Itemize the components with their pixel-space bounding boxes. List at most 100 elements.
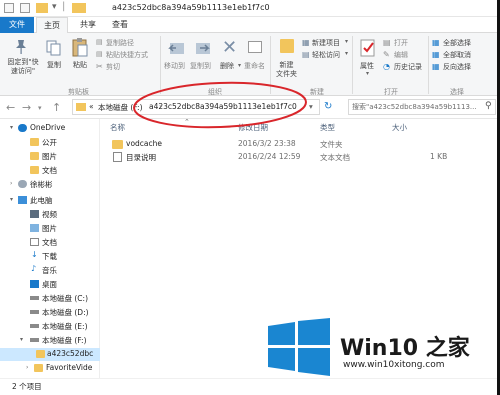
properties-dropdown-icon[interactable]: ▾ <box>366 70 369 77</box>
column-header-name[interactable]: 名称 <box>110 122 125 133</box>
new-folder-button[interactable]: 新建 文件夹 <box>276 61 297 79</box>
folder-icon <box>34 364 43 372</box>
pin-quick-access-button[interactable]: 固定到"快速访问" <box>4 58 42 76</box>
tab-file[interactable]: 文件 <box>0 17 34 33</box>
file-size: 1 KB <box>430 152 448 161</box>
recent-locations-icon[interactable]: ▾ <box>38 104 42 112</box>
move-to-button[interactable]: 移动到 <box>164 61 185 71</box>
ribbon: 固定到"快速访问" 复制 粘贴 ▤ 复制路径 ▤ 粘贴快捷方式 ✂ 剪切 剪贴板… <box>0 33 500 96</box>
select-none-icon: ▦ <box>432 50 440 59</box>
nav-item-drive-c[interactable]: 本地磁盘 (C:) <box>0 292 100 305</box>
nav-item-drive-f[interactable]: ▾ 本地磁盘 (F:) <box>0 334 100 347</box>
desktop-icon <box>30 280 39 288</box>
column-header-size[interactable]: 大小 <box>392 122 407 133</box>
open-button[interactable]: 打开 <box>394 38 408 48</box>
column-header-type[interactable]: 类型 <box>320 122 335 133</box>
move-to-icon <box>168 39 186 59</box>
select-all-button[interactable]: 全部选择 <box>443 38 471 48</box>
drive-icon <box>30 310 39 314</box>
refresh-icon[interactable]: ↻ <box>324 101 332 112</box>
new-folder-icon <box>280 39 294 53</box>
tab-home[interactable]: 主页 <box>36 17 68 33</box>
folder-icon <box>30 152 39 160</box>
nav-item-favoritevideo[interactable]: › FavoriteVide <box>0 362 100 375</box>
nav-item-drive-d[interactable]: 本地磁盘 (D:) <box>0 306 100 319</box>
table-row[interactable]: 目录说明 2016/2/24 12:59 文本文档 1 KB <box>104 151 494 163</box>
nav-item-pictures[interactable]: 图片 <box>0 222 100 235</box>
ribbon-separator <box>270 36 271 94</box>
video-icon <box>30 210 39 218</box>
easy-access-button[interactable]: 轻松访问 <box>312 50 340 60</box>
window-icon <box>4 3 14 13</box>
paste-shortcut-button[interactable]: 粘贴快捷方式 <box>106 50 148 60</box>
nav-item-music[interactable]: ♪ 音乐 <box>0 264 100 277</box>
nav-item-current-folder[interactable]: a423c52dbc <box>0 348 100 361</box>
cut-button[interactable]: 剪切 <box>106 62 120 72</box>
ribbon-tabs: 文件 主页 共享 查看 <box>0 17 500 33</box>
easy-access-dropdown-icon[interactable]: ▾ <box>345 50 348 57</box>
nav-item-desktop[interactable]: 桌面 <box>0 278 100 291</box>
new-item-button[interactable]: 新建项目 <box>312 38 340 48</box>
copy-button[interactable]: 复制 <box>47 60 61 70</box>
nav-item-this-pc[interactable]: ▾ 此电脑 <box>0 194 100 207</box>
forward-arrow-icon[interactable]: → <box>22 101 31 114</box>
cloud-icon <box>18 124 27 132</box>
properties-quick-icon[interactable] <box>20 3 30 13</box>
search-icon[interactable]: ⚲ <box>485 101 492 111</box>
nav-item-user[interactable]: › 徐彬彬 <box>0 178 100 191</box>
edit-button[interactable]: 编辑 <box>394 50 408 60</box>
nav-item-onedrive[interactable]: ▾ OneDrive <box>0 122 100 135</box>
sort-indicator-icon: ⌃ <box>184 118 190 126</box>
copy-path-icon: ▤ <box>96 38 103 46</box>
expand-chevron-icon: › <box>26 364 29 371</box>
column-header-modified[interactable]: 修改日期 <box>238 122 268 133</box>
delete-button[interactable]: 删除 <box>220 61 234 71</box>
select-none-button[interactable]: 全部取消 <box>443 50 471 60</box>
address-field[interactable]: « 本地磁盘 (F:) › a423c52dbc8a394a59b1113e1e… <box>72 99 320 115</box>
watermark-brand: Win10 之家 <box>340 336 470 361</box>
computer-icon <box>18 196 27 204</box>
breadcrumb-folder[interactable]: a423c52dbc8a394a59b1113e1eb1f7c0 <box>149 102 297 111</box>
rename-icon <box>248 41 262 53</box>
address-dropdown-icon[interactable]: ▾ <box>309 102 313 111</box>
nav-item-pictures-onedrive[interactable]: 图片 <box>0 150 100 163</box>
customize-toolbar-icon[interactable]: ▾ <box>52 2 57 12</box>
invert-selection-button[interactable]: 反向选择 <box>443 62 471 72</box>
new-folder-quick-icon[interactable] <box>36 3 48 13</box>
collapse-chevron-icon: ▾ <box>10 124 14 131</box>
history-button[interactable]: 历史记录 <box>394 62 422 72</box>
breadcrumb-overflow[interactable]: « <box>89 102 94 111</box>
copy-to-button[interactable]: 复制到 <box>190 61 211 71</box>
nav-item-downloads[interactable]: ↓ 下载 <box>0 250 100 263</box>
file-date: 2016/2/24 12:59 <box>238 152 301 161</box>
ribbon-separator <box>352 36 353 94</box>
pin-icon <box>14 39 28 57</box>
search-input[interactable]: 搜索"a423c52dbc8a394a59b1113... ⚲ <box>348 99 496 115</box>
edit-icon: ✎ <box>383 50 390 59</box>
nav-item-videos[interactable]: 视频 <box>0 208 100 221</box>
nav-item-drive-e[interactable]: 本地磁盘 (E:) <box>0 320 100 333</box>
paste-button[interactable]: 粘贴 <box>73 60 87 70</box>
folder-icon <box>30 166 39 174</box>
up-arrow-icon[interactable]: ↑ <box>52 101 61 114</box>
breadcrumb-drive[interactable]: 本地磁盘 (F:) <box>98 102 143 113</box>
windows-logo <box>268 318 330 376</box>
back-arrow-icon[interactable]: ← <box>6 101 15 114</box>
drive-icon <box>30 338 39 342</box>
file-date: 2016/3/2 23:38 <box>238 139 296 148</box>
nav-item-documents-onedrive[interactable]: 文档 <box>0 164 100 177</box>
nav-item-documents[interactable]: 文档 <box>0 236 100 249</box>
tab-view[interactable]: 查看 <box>104 17 136 33</box>
folder-icon <box>76 103 86 111</box>
delete-dropdown-icon[interactable]: ▾ <box>238 62 241 69</box>
paste-shortcut-icon: ▤ <box>96 50 103 58</box>
window-title: a423c52dbc8a394a59b1113e1eb1f7c0 <box>112 3 270 12</box>
new-item-dropdown-icon[interactable]: ▾ <box>345 38 348 45</box>
nav-item-public[interactable]: 公开 <box>0 136 100 149</box>
copy-to-icon <box>194 39 212 59</box>
table-row[interactable]: vodcache 2016/3/2 23:38 文件夹 <box>104 138 494 150</box>
status-bar: 2 个项目 <box>0 378 500 395</box>
copy-path-button[interactable]: 复制路径 <box>106 38 134 48</box>
tab-share[interactable]: 共享 <box>72 17 104 33</box>
rename-button[interactable]: 重命名 <box>244 61 265 71</box>
